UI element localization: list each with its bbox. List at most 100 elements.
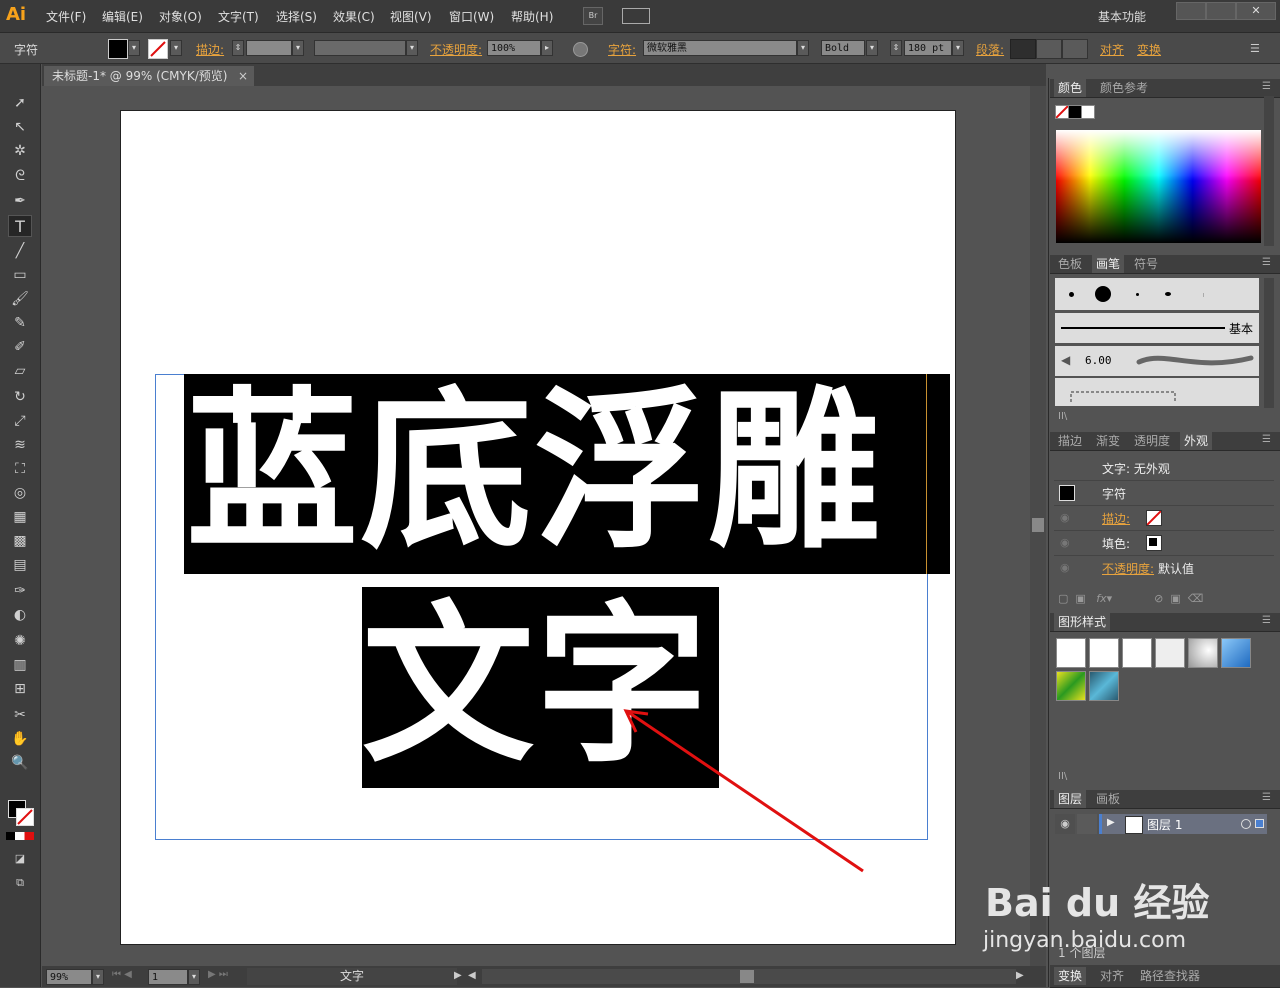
status-text[interactable]: 文字: [247, 968, 457, 985]
stroke-weight-dropdown[interactable]: ▾: [292, 40, 304, 56]
brush-pattern-row[interactable]: [1055, 378, 1259, 406]
brush-calligraphic[interactable]: [1165, 292, 1171, 296]
pen-tool-icon[interactable]: ✒: [8, 190, 32, 212]
opacity-label[interactable]: 不透明度:: [430, 41, 482, 58]
free-transform-icon[interactable]: ⛶: [8, 458, 32, 480]
column-graph-icon[interactable]: ▥: [8, 654, 32, 676]
blend-tool-icon[interactable]: ◐: [8, 604, 32, 626]
artboard-dropdown[interactable]: ▾: [188, 969, 200, 985]
menu-view[interactable]: 视图(V): [390, 8, 432, 25]
menu-select[interactable]: 选择(S): [276, 8, 317, 25]
menu-file[interactable]: 文件(F): [46, 8, 86, 25]
rectangle-tool-icon[interactable]: ▭: [8, 264, 32, 286]
fill-visibility-icon[interactable]: ◉: [1060, 536, 1070, 549]
status-menu-icon[interactable]: ▶: [454, 970, 462, 981]
white-swatch[interactable]: [1081, 105, 1095, 119]
tab-gradient[interactable]: 渐变: [1092, 432, 1124, 450]
mesh-tool-icon[interactable]: ▩: [8, 530, 32, 552]
graphic-style-default[interactable]: [1056, 638, 1086, 668]
variable-width-profile[interactable]: [314, 40, 406, 56]
graphic-style-3[interactable]: [1122, 638, 1152, 668]
zoom-dropdown[interactable]: ▾: [92, 969, 104, 985]
tab-pathfinder[interactable]: 路径查找器: [1136, 967, 1204, 985]
layer-visibility-icon[interactable]: ◉: [1055, 814, 1075, 834]
stroke-weight-field[interactable]: [246, 40, 292, 56]
bridge-button[interactable]: Br: [583, 7, 603, 25]
brushes-panel-menu-icon[interactable]: ☰: [1262, 257, 1271, 268]
first-artboard-icon[interactable]: ⏮ ◀: [112, 969, 132, 980]
tab-transparency[interactable]: 透明度: [1130, 432, 1174, 450]
tab-transform[interactable]: 变换: [1054, 967, 1087, 985]
vertical-scroll-thumb[interactable]: [1032, 518, 1044, 532]
fill-dropdown[interactable]: ▾: [128, 40, 140, 56]
stroke-color-icon[interactable]: [16, 808, 34, 826]
opacity-visibility-icon[interactable]: ◉: [1060, 561, 1070, 574]
brush-dot-small[interactable]: [1069, 292, 1074, 297]
opacity-field[interactable]: 100%: [487, 40, 541, 56]
font-size-field[interactable]: 180 pt: [904, 40, 952, 56]
brush-hair[interactable]: [1203, 293, 1204, 297]
restore-button[interactable]: [1206, 2, 1236, 20]
tab-symbols[interactable]: 符号: [1130, 255, 1162, 273]
layer-name[interactable]: 图层 1: [1147, 816, 1182, 833]
brush-dot-tiny[interactable]: [1136, 293, 1139, 296]
stroke-weight-label[interactable]: 描边:: [196, 41, 224, 58]
appearance-stroke-swatch[interactable]: [1146, 510, 1162, 526]
menu-effect[interactable]: 效果(C): [333, 8, 375, 25]
document-tab[interactable]: 未标题-1* @ 99% (CMYK/预览) ×: [44, 66, 254, 86]
layers-panel-menu-icon[interactable]: ☰: [1262, 792, 1271, 803]
eyedropper-icon[interactable]: ✑: [8, 580, 32, 602]
menu-window[interactable]: 窗口(W): [449, 8, 494, 25]
graphic-style-8[interactable]: [1089, 671, 1119, 701]
appearance-opacity-label[interactable]: 不透明度:: [1102, 560, 1154, 577]
color-spectrum[interactable]: [1056, 130, 1261, 243]
draw-mode-icon[interactable]: ◪: [8, 848, 32, 870]
menu-object[interactable]: 对象(O): [159, 8, 202, 25]
tab-artboards[interactable]: 画板: [1092, 790, 1124, 808]
horizontal-scrollbar[interactable]: [482, 969, 1016, 984]
brush-basic-row[interactable]: 基本: [1055, 313, 1259, 343]
vertical-scrollbar[interactable]: [1030, 86, 1046, 966]
appearance-fill-swatch[interactable]: [1146, 535, 1162, 551]
graphic-style-6[interactable]: [1221, 638, 1251, 668]
tab-stroke[interactable]: 描边: [1054, 432, 1086, 450]
align-link[interactable]: 对齐: [1100, 41, 1124, 58]
graphic-style-4[interactable]: [1155, 638, 1185, 668]
character-label[interactable]: 字符:: [608, 41, 636, 58]
artboard-number-field[interactable]: 1: [148, 969, 188, 985]
eraser-tool-icon[interactable]: ▱: [8, 360, 32, 382]
tab-color[interactable]: 颜色: [1054, 79, 1087, 97]
close-window-icon[interactable]: ✕: [1236, 2, 1276, 20]
perspective-grid-icon[interactable]: ▦: [8, 506, 32, 528]
zoom-tool-icon[interactable]: 🔍: [8, 752, 32, 774]
menu-help[interactable]: 帮助(H): [511, 8, 553, 25]
font-size-dropdown[interactable]: ▾: [952, 40, 964, 56]
lasso-tool-icon[interactable]: ᘓ: [8, 165, 32, 187]
scroll-right-icon[interactable]: ▶: [1016, 970, 1024, 981]
fill-swatch[interactable]: [108, 39, 128, 59]
horizontal-scroll-thumb[interactable]: [740, 970, 754, 983]
rotate-tool-icon[interactable]: ↻: [8, 386, 32, 408]
layer-lock-toggle[interactable]: [1077, 814, 1097, 834]
align-center-icon[interactable]: [1036, 39, 1062, 59]
stroke-swatch[interactable]: [148, 39, 168, 59]
tab-swatches[interactable]: 色板: [1054, 255, 1086, 273]
paintbrush-icon[interactable]: 🖌: [8, 288, 32, 310]
font-family-field[interactable]: 微软雅黑: [643, 40, 797, 56]
layer-row[interactable]: ▶ 图层 1: [1099, 814, 1267, 834]
control-menu-icon[interactable]: ☰: [1250, 42, 1260, 55]
stroke-dropdown[interactable]: ▾: [170, 40, 182, 56]
graphic-style-5[interactable]: [1188, 638, 1218, 668]
stroke-stepper[interactable]: ⇕: [232, 40, 244, 56]
slice-tool-icon[interactable]: ✂: [8, 704, 32, 726]
font-family-dropdown[interactable]: ▾: [797, 40, 809, 56]
minimize-button[interactable]: [1176, 2, 1206, 20]
last-artboard-icon[interactable]: ▶ ⏭: [208, 969, 228, 980]
color-mode-icons[interactable]: [6, 832, 34, 840]
layer-selection-indicator[interactable]: [1255, 819, 1264, 828]
zoom-field[interactable]: 99%: [46, 969, 92, 985]
graphic-style-2[interactable]: [1089, 638, 1119, 668]
screen-mode-icon[interactable]: ⧉: [8, 872, 32, 894]
selection-tool-icon[interactable]: ➚: [8, 92, 32, 114]
appearance-fill-label[interactable]: 填色:: [1102, 535, 1130, 552]
